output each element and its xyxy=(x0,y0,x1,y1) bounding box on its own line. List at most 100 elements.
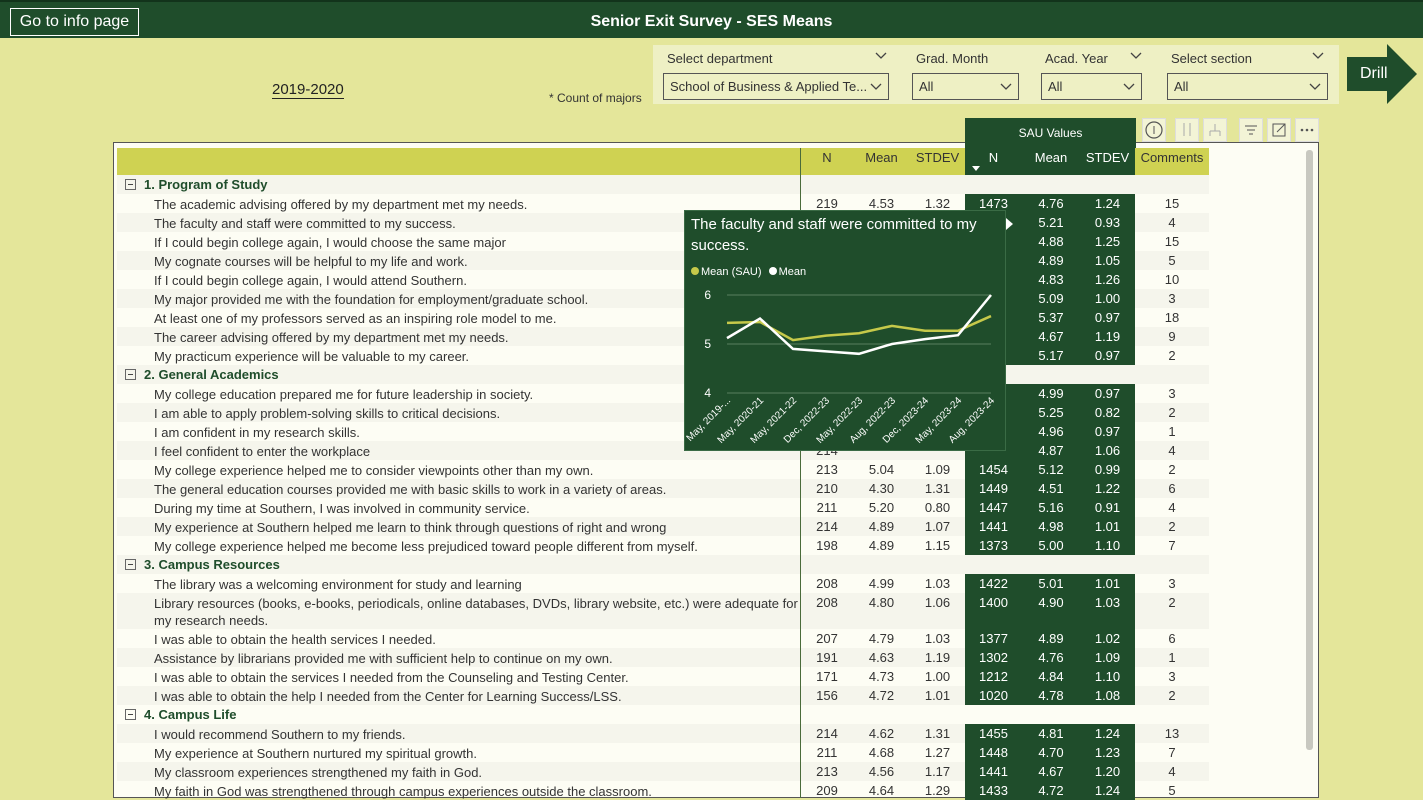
cell-mean: 4.79 xyxy=(868,631,895,646)
collapse-icon[interactable] xyxy=(125,179,136,190)
cell-smean: 5.00 xyxy=(1022,536,1080,555)
cell-ssd: 1.02 xyxy=(1080,629,1135,648)
focus-mode-icon[interactable] xyxy=(1267,118,1291,142)
series-line-mean xyxy=(726,294,992,356)
hierarchy-icon[interactable] xyxy=(1203,118,1227,142)
col-n[interactable]: N xyxy=(801,148,853,175)
table-row[interactable]: The general education courses provided m… xyxy=(117,479,1209,498)
table-row[interactable]: My experience at Southern helped me lear… xyxy=(117,517,1209,536)
chevron-down-icon[interactable] xyxy=(875,49,887,61)
cell-n: 211 xyxy=(816,745,838,760)
collapse-icon[interactable] xyxy=(125,369,136,380)
drill-button[interactable]: Drill xyxy=(1347,44,1417,104)
col-sau-mean[interactable]: Mean xyxy=(1022,148,1080,175)
more-options-icon[interactable] xyxy=(1295,118,1319,142)
table-row[interactable]: I feel confident to enter the workplace2… xyxy=(117,441,1209,460)
cell-com: 6 xyxy=(1168,631,1176,646)
collapse-icon[interactable] xyxy=(125,559,136,570)
table-row[interactable]: My classroom experiences strengthened my… xyxy=(117,762,1209,781)
table-row[interactable]: At least one of my professors served as … xyxy=(117,308,1209,327)
vertical-scrollbar[interactable] xyxy=(1306,150,1313,750)
table-row[interactable]: I was able to obtain the help I needed f… xyxy=(117,686,1209,705)
grad-month-dropdown[interactable]: All xyxy=(912,73,1019,100)
question-label: The general education courses provided m… xyxy=(154,482,667,497)
collapse-icon[interactable] xyxy=(125,709,136,720)
cell-ssd: 0.93 xyxy=(1080,213,1135,232)
cell-com: 2 xyxy=(1168,519,1176,534)
cell-smean: 4.88 xyxy=(1022,232,1080,251)
chevron-down-icon xyxy=(870,83,882,90)
sort-descending-icon[interactable] xyxy=(972,166,980,171)
cell-smean: 4.99 xyxy=(1022,384,1080,403)
cell-mean: 4.30 xyxy=(868,481,895,496)
cell-smean: 4.89 xyxy=(1022,251,1080,270)
category-row[interactable]: 3. Campus Resources xyxy=(117,555,1209,574)
department-dropdown[interactable]: School of Business & Applied Te... xyxy=(663,73,889,100)
table-row[interactable]: The academic advising offered by my depa… xyxy=(117,194,1209,213)
cell-ssd: 1.09 xyxy=(1080,648,1135,667)
acad-year-dropdown[interactable]: All xyxy=(1041,73,1142,100)
table-row[interactable]: My college experience helped me become l… xyxy=(117,536,1209,555)
cell-sn: 1433 xyxy=(965,781,1022,800)
table-row[interactable]: Library resources (books, e-books, perio… xyxy=(117,593,1209,629)
department-slicer-label: Select department xyxy=(667,51,773,66)
grad-month-slicer[interactable]: Grad. Month All xyxy=(912,45,1020,104)
cell-sd: 1.29 xyxy=(924,783,951,798)
table-row[interactable]: Assistance by librarians provided me wit… xyxy=(117,648,1209,667)
cell-com: 5 xyxy=(1168,783,1176,798)
table-row[interactable]: My practicum experience will be valuable… xyxy=(117,346,1209,365)
table-body: 1. Program of Study The academic advising… xyxy=(117,175,1209,800)
table-row[interactable]: My major provided me with the foundation… xyxy=(117,289,1209,308)
chevron-down-icon[interactable] xyxy=(1312,49,1324,61)
table-row[interactable]: I was able to obtain the health services… xyxy=(117,629,1209,648)
table-row[interactable]: I would recommend Southern to my friends… xyxy=(117,724,1209,743)
expand-all-down-icon[interactable] xyxy=(1175,118,1199,142)
col-comments[interactable]: Comments xyxy=(1135,148,1209,175)
table-row[interactable]: The faculty and staff were committed to … xyxy=(117,213,1209,232)
category-row[interactable]: 1. Program of Study xyxy=(117,175,1209,194)
cell-com: 2 xyxy=(1168,348,1176,363)
table-row[interactable]: My college experience helped me to consi… xyxy=(117,460,1209,479)
section-dropdown[interactable]: All xyxy=(1167,73,1328,100)
cell-com: 10 xyxy=(1164,272,1180,287)
category-label: 4. Campus Life xyxy=(125,707,236,722)
cell-sn: 1377 xyxy=(965,629,1022,648)
table-row[interactable]: During my time at Southern, I was involv… xyxy=(117,498,1209,517)
cell-ssd: 1.03 xyxy=(1080,593,1135,629)
cell-ssd: 1.19 xyxy=(1080,327,1135,346)
acad-year-slicer[interactable]: Acad. Year All xyxy=(1041,45,1143,104)
col-stdev[interactable]: STDEV xyxy=(910,148,965,175)
department-slicer[interactable]: Select department School of Business & A… xyxy=(663,45,891,104)
cell-com: 5 xyxy=(1168,253,1176,268)
table-row[interactable]: The career advising offered by my depart… xyxy=(117,327,1209,346)
cell-smean: 4.89 xyxy=(1022,629,1080,648)
table-row[interactable]: My faith in God was strengthened through… xyxy=(117,781,1209,800)
cell-smean: 5.17 xyxy=(1022,346,1080,365)
category-text: 1. Program of Study xyxy=(144,177,268,192)
drill-up-icon[interactable] xyxy=(1142,118,1166,142)
cell-smean: 4.51 xyxy=(1022,479,1080,498)
category-row[interactable]: 2. General Academics xyxy=(117,365,1209,384)
chevron-down-icon[interactable] xyxy=(1130,49,1142,61)
table-row[interactable]: My cognate courses will be helpful to my… xyxy=(117,251,1209,270)
table-row[interactable]: The library was a welcoming environment … xyxy=(117,574,1209,593)
table-row[interactable]: My experience at Southern nurtured my sp… xyxy=(117,743,1209,762)
cell-com: 3 xyxy=(1168,386,1176,401)
col-mean[interactable]: Mean xyxy=(853,148,910,175)
table-row[interactable]: My college education prepared me for fut… xyxy=(117,384,1209,403)
table-row[interactable]: I am able to apply problem-solving skill… xyxy=(117,403,1209,422)
col-sau-stdev[interactable]: STDEV xyxy=(1080,148,1135,175)
filter-icon[interactable] xyxy=(1239,118,1263,142)
table-row[interactable]: If I could begin college again, I would … xyxy=(117,232,1209,251)
table-row[interactable]: I was able to obtain the services I need… xyxy=(117,667,1209,686)
cell-n: 213 xyxy=(816,462,838,477)
table-row[interactable]: If I could begin college again, I would … xyxy=(117,270,1209,289)
section-slicer[interactable]: Select section All xyxy=(1167,45,1329,104)
cell-sn: 1441 xyxy=(965,762,1022,781)
cell-sd: 1.15 xyxy=(924,538,951,553)
cell-smean: 5.12 xyxy=(1022,460,1080,479)
cell-ssd: 1.24 xyxy=(1080,194,1135,213)
table-row[interactable]: I am confident in my research skills. 4.9… xyxy=(117,422,1209,441)
category-row[interactable]: 4. Campus Life xyxy=(117,705,1209,724)
cell-ssd: 1.24 xyxy=(1080,781,1135,800)
